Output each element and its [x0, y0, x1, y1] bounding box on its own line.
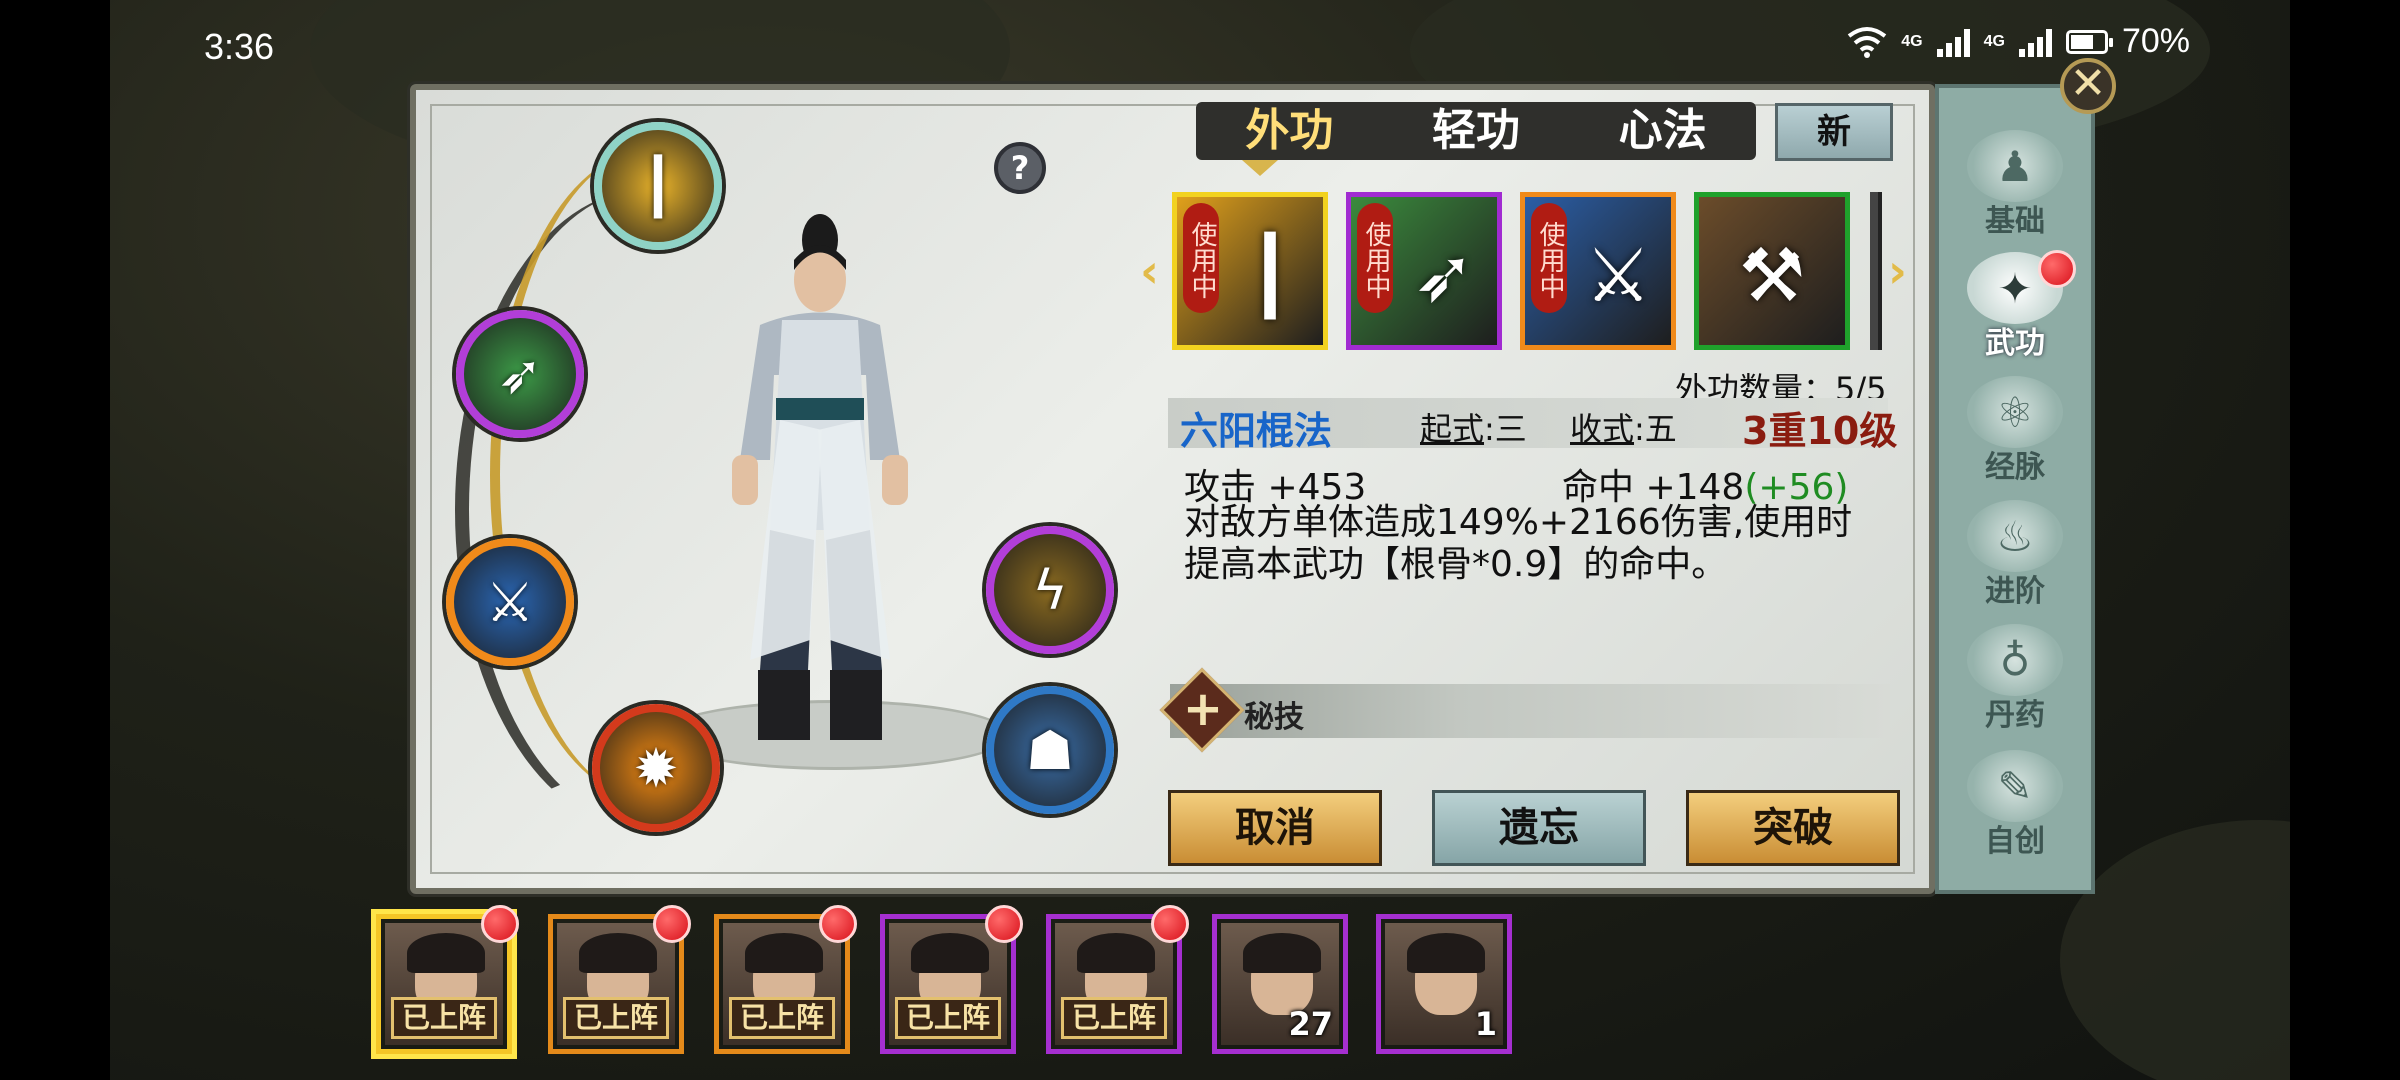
hero-portrait[interactable]: 已上阵 — [880, 905, 1023, 1054]
hero-portrait[interactable]: 已上阵 — [548, 905, 691, 1054]
new-button[interactable]: 新 — [1775, 103, 1893, 161]
skill-description: 对敌方单体造成149%+2166伤害,使用时提高本武功【根骨*0.9】的命中。 — [1184, 502, 1853, 585]
breakthrough-button[interactable]: 突破 — [1686, 790, 1900, 866]
status-time: 3:36 — [204, 26, 275, 67]
in-use-stamp: 使用中 — [1183, 203, 1219, 313]
hero-level: 27 — [1288, 1005, 1333, 1043]
right-letterbox — [2290, 0, 2400, 1080]
network-type-2: 4G — [1983, 32, 2005, 50]
flame-icon: ♨ — [1967, 500, 2063, 572]
hero-portrait[interactable]: 已上阵 — [1046, 905, 1189, 1054]
skill-card[interactable]: ⚒ — [1694, 192, 1850, 350]
in-use-stamp: 使用中 — [1531, 203, 1567, 313]
hero-level: 1 — [1474, 1005, 1497, 1043]
fire-icon: ✹ — [633, 736, 679, 800]
battery-icon — [2065, 29, 2113, 54]
hero-portrait[interactable]: 已上阵 — [714, 905, 857, 1054]
side-tab[interactable]: ♁ 丹药 — [1950, 624, 2080, 752]
skill-type-tabs: 外功 轻功 心法 — [1196, 102, 1756, 160]
equipped-skill-slot[interactable]: ☗ — [986, 686, 1114, 814]
notification-dot — [481, 905, 519, 943]
equipped-skill-slot[interactable]: ⚔ — [446, 538, 574, 666]
qishi-key[interactable]: 起式 — [1420, 410, 1484, 448]
cancel-button[interactable]: 取消 — [1168, 790, 1382, 866]
skill-card[interactable]: 使用中 ┃ — [1172, 192, 1328, 350]
tab-waigong[interactable]: 外功 — [1196, 102, 1383, 160]
silhouette-icon: ☗ — [1025, 718, 1075, 782]
shoushi-stat: 收式:五 — [1570, 404, 1677, 450]
equipped-skill-slot[interactable]: ┃ — [594, 122, 722, 250]
shoushi-key[interactable]: 收式 — [1570, 410, 1634, 448]
swirl-icon: ϟ — [1032, 558, 1068, 622]
signal-bars-icon — [1936, 27, 1970, 57]
equipped-skill-slot[interactable]: ϟ — [986, 526, 1114, 654]
help-button[interactable]: ? — [994, 142, 1046, 194]
signal-bars-icon — [2018, 27, 2052, 57]
notification-dot — [819, 905, 857, 943]
qishi-value: :三 — [1484, 410, 1527, 448]
side-tab[interactable]: ♨ 进阶 — [1950, 500, 2080, 628]
book-icon: ✎ — [1967, 750, 2063, 822]
equipped-skill-slot[interactable]: ➶ — [456, 310, 584, 438]
hero-portrait[interactable]: 27 — [1212, 914, 1348, 1054]
notification-dot — [1151, 905, 1189, 943]
next-card-partial — [1870, 192, 1882, 350]
side-tab[interactable]: ✦ 武功 — [1950, 250, 2080, 380]
spear-icon: ➶ — [1412, 233, 1475, 319]
character-model — [732, 214, 908, 740]
shoushi-value: :五 — [1634, 410, 1677, 448]
next-arrow-icon[interactable]: › — [1888, 244, 1907, 298]
wifi-icon — [1848, 26, 1887, 58]
deployed-tag: 已上阵 — [895, 997, 1001, 1039]
tab-xinfa[interactable]: 心法 — [1569, 102, 1756, 160]
side-tab-label: 武功 — [1985, 326, 2045, 361]
hero-portrait[interactable]: 1 — [1376, 914, 1512, 1054]
network-type-1: 4G — [1901, 32, 1923, 50]
qishi-stat: 起式:三 — [1420, 404, 1527, 450]
side-tab[interactable]: ✎ 自创 — [1950, 750, 2080, 878]
side-tab-label: 基础 — [1985, 204, 2045, 239]
left-letterbox — [0, 0, 110, 1080]
battery-percent: 70% — [2121, 22, 2190, 60]
skill-level: 3重10级 — [1742, 409, 1898, 453]
spear-icon: ➶ — [497, 342, 543, 406]
side-tab[interactable]: ⚛ 经脉 — [1950, 376, 2080, 504]
gourd-icon: ♁ — [1967, 624, 2063, 696]
active-tab-indicator — [1242, 160, 1278, 176]
deployed-tag: 已上阵 — [563, 997, 669, 1039]
blade-icon: ⚔ — [1584, 233, 1652, 319]
forget-button[interactable]: 遗忘 — [1432, 790, 1646, 866]
close-button[interactable]: ✕ — [2060, 58, 2116, 114]
secret-skill-label: 秘技 — [1244, 700, 1304, 735]
staff-icon: ┃ — [641, 154, 675, 218]
status-icons: 4G 4G 70% — [1847, 22, 2190, 61]
skill-card[interactable]: 使用中 ➶ — [1346, 192, 1502, 350]
hero-portrait[interactable]: 已上阵 — [376, 905, 519, 1054]
skill-card[interactable]: 使用中 ⚔ — [1520, 192, 1676, 350]
figure-icon: ♟ — [1967, 130, 2063, 202]
deployed-tag: 已上阵 — [391, 997, 497, 1039]
side-tab-label: 丹药 — [1985, 698, 2045, 733]
nunchaku-icon: ⚒ — [1738, 233, 1806, 319]
staff-icon: ┃ — [1247, 233, 1293, 319]
add-icon[interactable]: + — [1178, 684, 1228, 734]
prev-arrow-icon[interactable]: ‹ — [1140, 244, 1159, 298]
side-tab-label: 进阶 — [1985, 574, 2045, 609]
blade-icon: ⚔ — [485, 570, 535, 634]
tab-qinggong[interactable]: 轻功 — [1383, 102, 1570, 160]
notification-dot — [985, 905, 1023, 943]
side-tab[interactable]: ♟ 基础 — [1950, 130, 2080, 258]
notification-dot — [2038, 250, 2076, 288]
meridian-icon: ⚛ — [1967, 376, 2063, 448]
side-tab-label: 自创 — [1985, 824, 2045, 859]
side-tab-label: 经脉 — [1985, 450, 2045, 485]
skill-name: 六阳棍法 — [1180, 409, 1333, 453]
in-use-stamp: 使用中 — [1357, 203, 1393, 313]
notification-dot — [653, 905, 691, 943]
deployed-tag: 已上阵 — [729, 997, 835, 1039]
equipped-skill-slot[interactable]: ✹ — [592, 704, 720, 832]
deployed-tag: 已上阵 — [1061, 997, 1167, 1039]
